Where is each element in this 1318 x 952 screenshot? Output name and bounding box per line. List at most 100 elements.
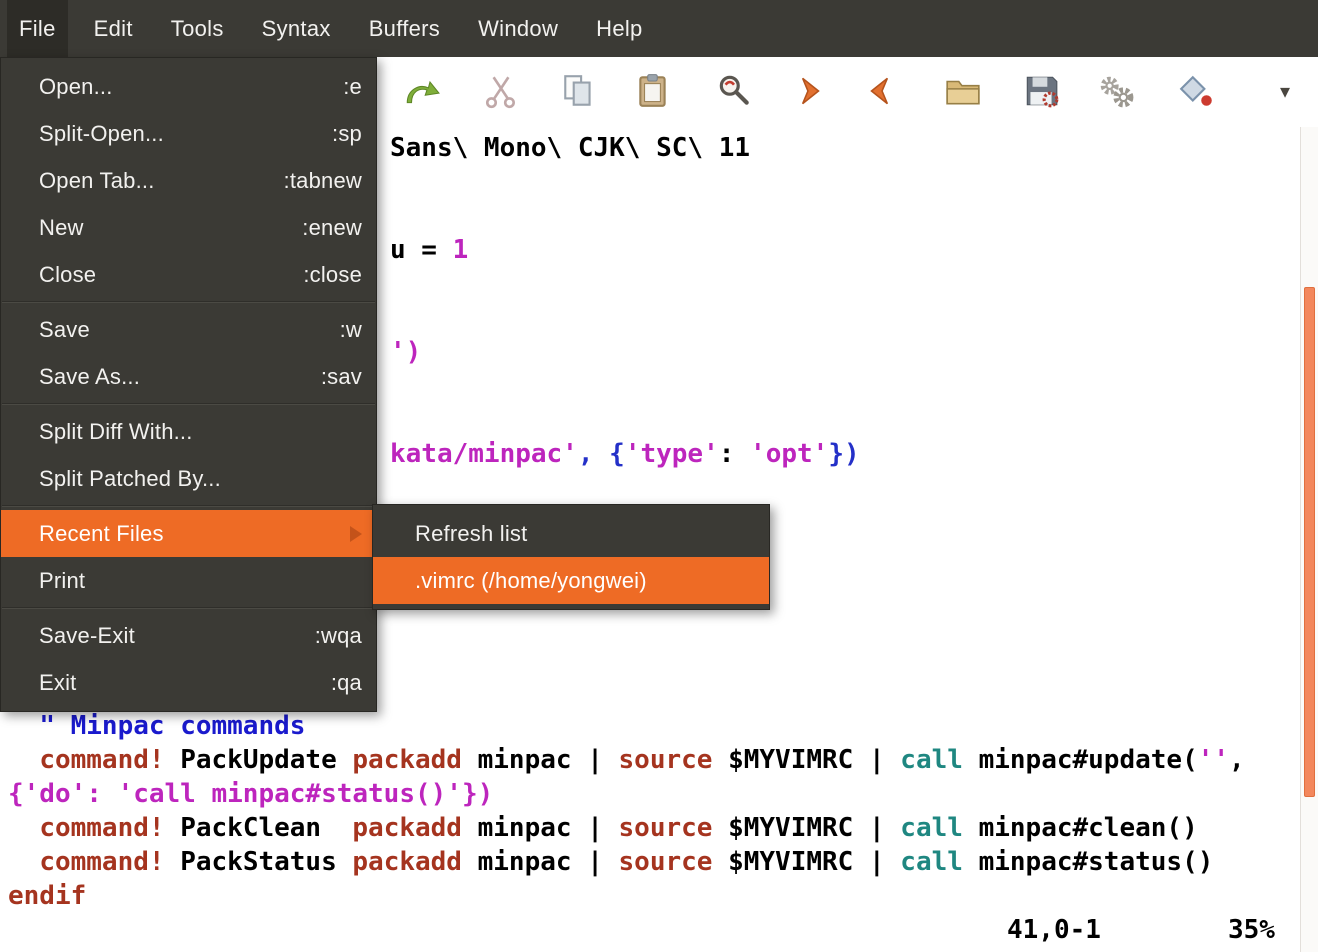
menubar-item-buffers[interactable]: Buffers xyxy=(357,0,452,57)
code-segment: source xyxy=(619,847,713,877)
code-line: command! PackClean packadd minpac | sour… xyxy=(8,811,1198,845)
menu-item-label: Save xyxy=(39,317,90,343)
scrollbar-thumb[interactable] xyxy=(1304,287,1315,797)
code-segment: ') xyxy=(390,337,421,367)
load-session-button[interactable] xyxy=(944,72,982,110)
code-segment: source xyxy=(619,813,713,843)
code-segment: command! xyxy=(39,847,164,877)
tag-jump-button[interactable] xyxy=(1178,72,1216,110)
menu-item-label: Save As... xyxy=(39,364,140,390)
code-segment: minpac | xyxy=(462,813,619,843)
submenu-arrow-icon xyxy=(350,526,362,542)
menu-item-open[interactable]: Open... :e xyxy=(1,63,376,110)
copy-button[interactable] xyxy=(560,72,598,110)
find-replace-icon xyxy=(715,97,753,114)
menu-item-recent-files[interactable]: Recent Files xyxy=(1,510,376,557)
menu-item-new[interactable]: New :enew xyxy=(1,204,376,251)
menu-item-refresh-list[interactable]: Refresh list xyxy=(373,510,769,557)
menu-item-label: Refresh list xyxy=(415,521,527,547)
save-session-button[interactable] xyxy=(1022,72,1060,110)
menu-item-label: Save-Exit xyxy=(39,623,135,649)
code-segment: kata/minpac' xyxy=(390,439,578,469)
file-menu: Open... :e Split-Open... :sp Open Tab...… xyxy=(0,57,377,712)
menu-item-accel: :enew xyxy=(302,215,362,241)
menu-item-label: Split Diff With... xyxy=(39,419,193,445)
code-segment xyxy=(8,813,39,843)
find-next-button[interactable] xyxy=(790,72,828,110)
code-segment: minpac#clean() xyxy=(963,813,1198,843)
menu-item-open-tab[interactable]: Open Tab... :tabnew xyxy=(1,157,376,204)
menu-item-recent-vimrc[interactable]: .vimrc (/home/yongwei) xyxy=(373,557,769,604)
menu-item-split-diff-with[interactable]: Split Diff With... xyxy=(1,408,376,455)
code-segment: PackUpdate xyxy=(165,745,353,775)
menu-separator xyxy=(2,505,375,507)
menubar: File Edit Tools Syntax Buffers Window He… xyxy=(0,0,1318,57)
menu-item-label: Exit xyxy=(39,670,76,696)
code-line: " Minpac commands xyxy=(8,709,305,743)
menu-item-label: .vimrc (/home/yongwei) xyxy=(415,568,647,594)
tag-jump-icon xyxy=(1178,97,1216,114)
code-segment: u = xyxy=(390,235,453,265)
find-prev-button[interactable] xyxy=(862,72,900,110)
code-line: kata/minpac', {'type': 'opt'}) xyxy=(390,437,860,471)
code-segment: PackClean xyxy=(165,813,353,843)
code-segment: 'opt' xyxy=(750,439,828,469)
code-segment xyxy=(712,745,728,775)
code-segment: : xyxy=(719,439,750,469)
menu-item-save[interactable]: Save :w xyxy=(1,306,376,353)
menu-item-accel: :sav xyxy=(321,364,362,390)
code-line: Sans\ Mono\ CJK\ SC\ 11 xyxy=(390,131,750,165)
menu-item-label: Open... xyxy=(39,74,113,100)
find-replace-button[interactable] xyxy=(715,72,753,110)
build-icon xyxy=(1097,97,1135,114)
menubar-item-file[interactable]: File xyxy=(7,0,68,57)
code-line: command! PackStatus packadd minpac | sou… xyxy=(8,845,1213,879)
menu-item-close[interactable]: Close :close xyxy=(1,251,376,298)
menu-item-save-exit[interactable]: Save-Exit :wqa xyxy=(1,612,376,659)
menubar-item-help[interactable]: Help xyxy=(584,0,654,57)
code-segment: command! xyxy=(39,813,164,843)
code-segment xyxy=(8,711,39,741)
code-segment: Sans\ Mono\ CJK\ SC\ 11 xyxy=(390,133,750,163)
menu-item-accel: :tabnew xyxy=(284,168,362,194)
menu-item-split-patched-by[interactable]: Split Patched By... xyxy=(1,455,376,502)
code-segment: source xyxy=(619,745,713,775)
code-segment: minpac#update( xyxy=(963,745,1198,775)
code-segment: }) xyxy=(828,439,859,469)
menubar-item-edit[interactable]: Edit xyxy=(82,0,145,57)
menu-item-print[interactable]: Print xyxy=(1,557,376,604)
menu-separator xyxy=(2,607,375,609)
menu-item-label: Split-Open... xyxy=(39,121,164,147)
code-segment xyxy=(8,847,39,877)
code-segment: , { xyxy=(578,439,625,469)
menu-item-label: Close xyxy=(39,262,96,288)
menu-item-accel: :w xyxy=(340,317,362,343)
code-segment: call xyxy=(900,745,963,775)
menu-item-save-as[interactable]: Save As... :sav xyxy=(1,353,376,400)
cut-button[interactable] xyxy=(482,72,520,110)
code-line: ') xyxy=(390,335,421,369)
paste-button[interactable] xyxy=(634,72,672,110)
code-segment xyxy=(712,813,728,843)
menu-item-label: Print xyxy=(39,568,85,594)
build-button[interactable] xyxy=(1097,72,1135,110)
code-segment: 1 xyxy=(453,235,469,265)
code-segment: , xyxy=(1229,745,1245,775)
code-segment xyxy=(8,745,39,775)
recent-files-submenu: Refresh list .vimrc (/home/yongwei) xyxy=(372,504,770,610)
menubar-item-window[interactable]: Window xyxy=(466,0,570,57)
code-segment: call xyxy=(900,847,963,877)
menubar-item-syntax[interactable]: Syntax xyxy=(250,0,343,57)
redo-button[interactable] xyxy=(402,72,440,110)
menu-item-label: New xyxy=(39,215,84,241)
scrollbar[interactable] xyxy=(1300,127,1318,952)
code-segment xyxy=(712,847,728,877)
menu-item-accel: :wqa xyxy=(315,623,362,649)
menu-item-split-open[interactable]: Split-Open... :sp xyxy=(1,110,376,157)
code-segment: $MYVIMRC xyxy=(728,745,853,775)
code-segment: 'type' xyxy=(625,439,719,469)
toolbar-overflow-button[interactable]: ▾ xyxy=(1268,79,1302,105)
menu-item-exit[interactable]: Exit :qa xyxy=(1,659,376,706)
menubar-item-tools[interactable]: Tools xyxy=(159,0,236,57)
code-segment: call xyxy=(900,813,963,843)
